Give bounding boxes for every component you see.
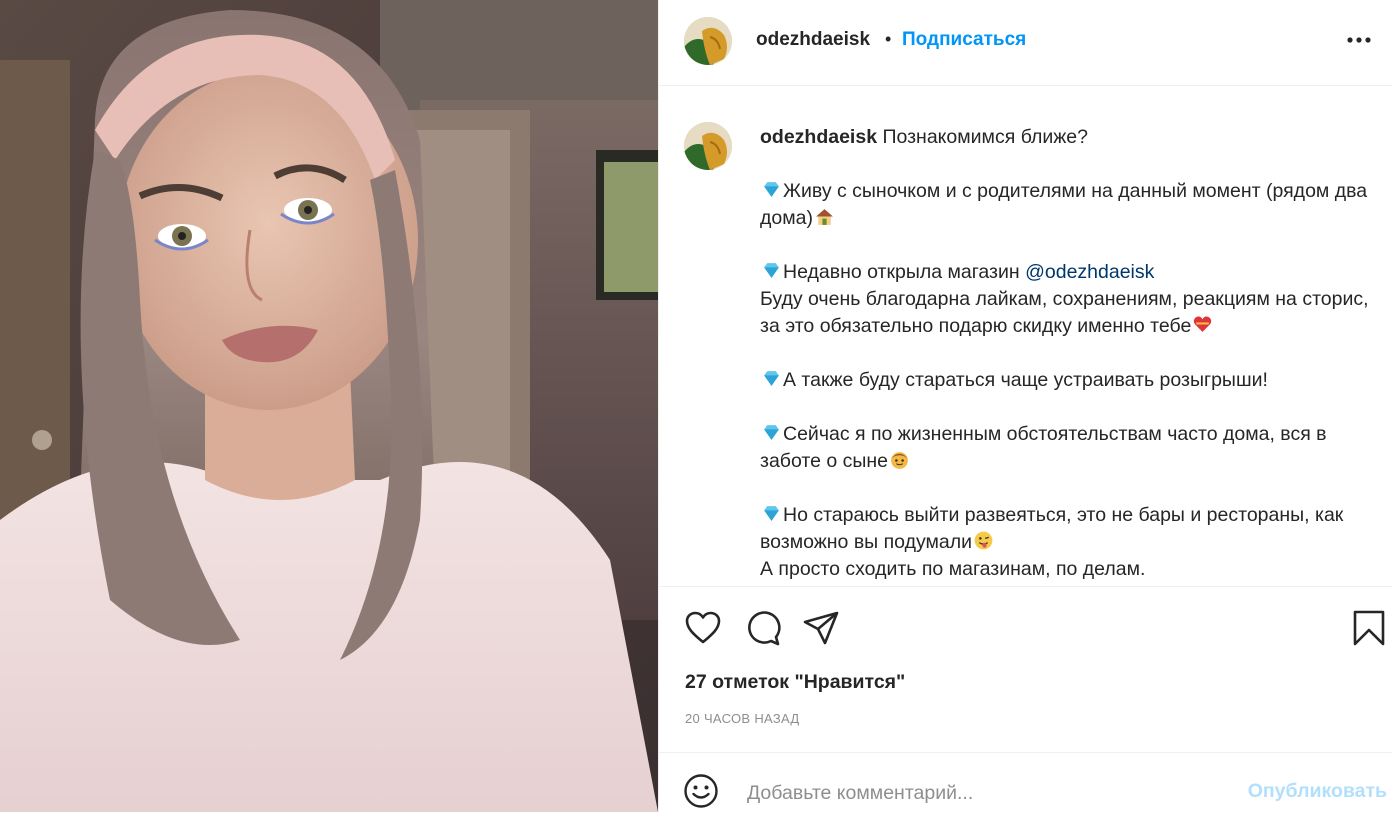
winking-tongue-emoji-icon (974, 531, 993, 550)
gem-icon (764, 182, 779, 197)
bookmark-icon[interactable] (1349, 608, 1389, 648)
caption-text: odezhdaeisk Познакомимся ближе? Живу с с… (760, 124, 1388, 583)
avatar-image (684, 122, 732, 170)
caption-author-avatar[interactable] (684, 122, 732, 170)
gem-icon (764, 506, 779, 521)
author-avatar[interactable] (684, 17, 732, 65)
follow-button[interactable]: Подписаться (902, 29, 1026, 51)
share-icon[interactable] (801, 608, 841, 648)
boy-emoji-icon (891, 452, 908, 469)
comment-bar: Опубликовать (659, 753, 1392, 812)
caption-p2-rest: Буду очень благодарна лайкам, сохранения… (760, 288, 1369, 337)
divider (659, 586, 1392, 587)
caption-p5: Но стараюсь выйти развеяться, это не бар… (760, 504, 1344, 553)
caption-p3: А также буду стараться чаще устраивать р… (783, 369, 1268, 391)
heart-emoji-icon (1194, 316, 1212, 332)
post-details-panel: odezhdaeisk • Подписаться odezhdaeisk По… (658, 0, 1392, 812)
caption-p4: Сейчас я по жизненным обстоятельствам ча… (760, 423, 1327, 472)
comment-input[interactable] (745, 777, 1229, 809)
caption-p1: Живу с сыночком и с родителями на данный… (760, 180, 1368, 229)
likes-count[interactable]: 27 отметок "Нравится" (685, 671, 905, 694)
post-header: odezhdaeisk • Подписаться (659, 0, 1392, 86)
separator-dot: • (885, 29, 892, 49)
emoji-icon[interactable] (683, 773, 719, 809)
avatar-image (684, 17, 732, 65)
caption-intro: Познакомимся ближе? (882, 126, 1088, 148)
author-username[interactable]: odezhdaeisk (756, 29, 870, 51)
house-icon (816, 209, 833, 225)
gem-icon (764, 371, 779, 386)
action-bar (659, 600, 1392, 656)
caption-p5-rest: А просто сходить по магазинам, по делам. (760, 558, 1146, 580)
caption-area: odezhdaeisk Познакомимся ближе? Живу с с… (659, 86, 1392, 586)
selfie-image (0, 0, 658, 812)
heart-icon[interactable] (683, 608, 723, 648)
caption-p2: Недавно открыла магазин (783, 261, 1026, 283)
mention-link[interactable]: @odezhdaeisk (1025, 261, 1154, 283)
caption-username[interactable]: odezhdaeisk (760, 126, 877, 148)
gem-icon (764, 425, 779, 440)
comment-icon[interactable] (743, 608, 783, 648)
publish-button[interactable]: Опубликовать (1248, 780, 1387, 803)
post-time[interactable]: 20 часов назад (685, 711, 800, 726)
gem-icon (764, 263, 779, 278)
post-photo[interactable] (0, 0, 658, 812)
more-horizontal-icon[interactable] (1345, 26, 1373, 54)
